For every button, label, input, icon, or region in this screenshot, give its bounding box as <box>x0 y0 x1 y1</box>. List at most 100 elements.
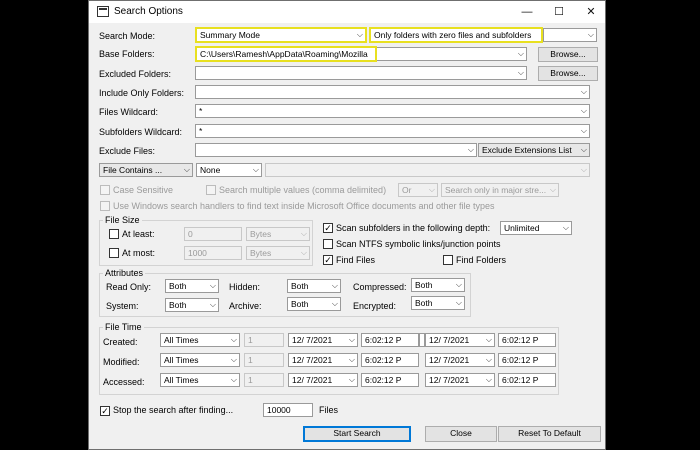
windows-handlers-checkbox[interactable] <box>100 201 110 211</box>
contains-text-input[interactable]: ⌵ <box>265 163 590 177</box>
multiple-values-checkbox[interactable] <box>206 185 216 195</box>
chevron-down-icon: ⌵ <box>230 355 237 364</box>
read-only-select[interactable]: Both ⌵ <box>165 279 219 293</box>
chevron-down-icon: ⌵ <box>587 30 594 39</box>
accessed-time-to[interactable]: 6:02:12 P <box>498 373 556 387</box>
exclude-extensions-select[interactable]: Exclude Extensions List ⌵ <box>478 143 590 157</box>
archive-select[interactable]: Both ⌵ <box>287 297 341 311</box>
browse-excluded-button[interactable]: Browse... <box>538 66 598 81</box>
ntfs-links-label: Scan NTFS symbolic links/junction points <box>336 239 501 249</box>
start-search-button[interactable]: Start Search <box>303 426 411 442</box>
search-options-window: Search Options — ☐ ✕ Search Mode: Summar… <box>88 0 606 450</box>
summary-filter-dropdown[interactable]: ⌵ <box>543 28 597 42</box>
title-bar: Search Options — ☐ ✕ <box>89 1 605 23</box>
base-folders-value[interactable]: C:\Users\Ramesh\AppData\Roaming\Mozilla <box>195 46 377 62</box>
accessed-number-input[interactable]: 1 <box>244 373 284 387</box>
chevron-down-icon: ⌵ <box>300 248 307 257</box>
modified-time-from[interactable]: 6:02:12 P <box>361 353 419 367</box>
compressed-label: Compressed: <box>353 282 407 292</box>
find-files-checkbox[interactable]: ✓ <box>323 255 333 265</box>
multiple-values-label: Search multiple values (comma delimited) <box>219 185 387 195</box>
at-most-checkbox[interactable] <box>109 248 119 258</box>
at-least-checkbox[interactable] <box>109 229 119 239</box>
stop-unit-label: Files <box>319 405 339 415</box>
stop-count-input[interactable]: 10000 <box>263 403 313 417</box>
accessed-date-from[interactable]: 12/ 7/2021 ⌵ <box>288 373 358 387</box>
system-select[interactable]: Both ⌵ <box>165 298 219 312</box>
at-most-input[interactable]: 1000 <box>184 246 242 260</box>
summary-filter-select[interactable]: Only folders with zero files and subfold… <box>369 27 543 43</box>
browse-base-button[interactable]: Browse... <box>538 47 598 62</box>
hidden-select[interactable]: Both ⌵ <box>287 279 341 293</box>
chevron-down-icon: ⌵ <box>517 49 524 58</box>
created-mode-select[interactable]: All Times ⌵ <box>160 333 240 347</box>
window-title: Search Options <box>114 6 183 17</box>
created-number-input[interactable]: 1 <box>244 333 284 347</box>
close-window-button[interactable]: ✕ <box>575 1 605 23</box>
windows-handlers-label: Use Windows search handlers to find text… <box>113 201 495 211</box>
encrypted-select[interactable]: Both ⌵ <box>411 296 465 310</box>
summary-filter-value: Only folders with zero files and subfold… <box>374 30 532 40</box>
scan-subfolders-checkbox[interactable]: ✓ <box>323 223 333 233</box>
chevron-down-icon: ⌵ <box>209 300 216 309</box>
chevron-down-icon: ⌵ <box>348 375 355 384</box>
file-time-row-label: Modified: <box>103 357 140 367</box>
created-time-from[interactable]: 6:02:12 P <box>361 333 419 347</box>
modified-time-to[interactable]: 6:02:12 P <box>498 353 556 367</box>
chevron-down-icon: ⌵ <box>485 335 492 344</box>
reset-default-button[interactable]: Reset To Default <box>498 426 601 442</box>
modified-date-to[interactable]: 12/ 7/2021 ⌵ <box>425 353 495 367</box>
case-sensitive-checkbox[interactable] <box>100 185 110 195</box>
archive-label: Archive: <box>229 301 262 311</box>
chevron-down-icon: ⌵ <box>428 185 435 194</box>
encrypted-label: Encrypted: <box>353 301 397 311</box>
chevron-down-icon: ⌵ <box>580 145 587 154</box>
find-folders-checkbox[interactable] <box>443 255 453 265</box>
chevron-down-icon: ⌵ <box>517 68 524 77</box>
at-least-label: At least: <box>122 229 155 239</box>
chevron-down-icon: ⌵ <box>230 335 237 344</box>
at-most-label: At most: <box>122 248 156 258</box>
modified-date-from[interactable]: 12/ 7/2021 ⌵ <box>288 353 358 367</box>
subfolders-wildcard-input[interactable]: * ⌵ <box>195 124 590 138</box>
chevron-down-icon: ⌵ <box>348 335 355 344</box>
file-contains-select[interactable]: File Contains ... ⌵ <box>99 163 193 177</box>
case-sensitive-label: Case Sensitive <box>113 185 174 195</box>
or-select[interactable]: Or ⌵ <box>398 183 438 197</box>
files-wildcard-input[interactable]: * ⌵ <box>195 104 590 118</box>
file-time-row-label: Accessed: <box>103 377 145 387</box>
accessed-date-to[interactable]: 12/ 7/2021 ⌵ <box>425 373 495 387</box>
chevron-down-icon: ⌵ <box>562 223 569 232</box>
search-mode-select[interactable]: Summary Mode ⌵ <box>195 27 367 43</box>
major-stream-select[interactable]: Search only in major stre... ⌵ <box>441 183 559 197</box>
chevron-down-icon: ⌵ <box>580 165 587 174</box>
accessed-mode-select[interactable]: All Times ⌵ <box>160 373 240 387</box>
stop-search-checkbox[interactable]: ✓ <box>100 406 110 416</box>
excluded-folders-input[interactable]: ⌵ <box>195 66 527 80</box>
minimize-button[interactable]: — <box>511 1 543 23</box>
subfolders-wildcard-label: Subfolders Wildcard: <box>99 127 183 137</box>
created-date-to[interactable]: 12/ 7/2021 ⌵ <box>425 333 495 347</box>
maximize-button[interactable]: ☐ <box>543 1 575 23</box>
at-least-input[interactable]: 0 <box>184 227 242 241</box>
chevron-down-icon: ⌵ <box>300 229 307 238</box>
exclude-files-input[interactable]: ⌵ <box>195 143 477 157</box>
contains-type-select[interactable]: None ⌵ <box>196 163 262 177</box>
compressed-select[interactable]: Both ⌵ <box>411 278 465 292</box>
base-folders-label: Base Folders: <box>99 49 155 59</box>
depth-select[interactable]: Unlimited ⌵ <box>500 221 572 235</box>
stop-search-label: Stop the search after finding... <box>113 405 234 415</box>
chevron-down-icon: ⌵ <box>331 281 338 290</box>
created-time-to[interactable]: 6:02:12 P <box>498 333 556 347</box>
modified-mode-select[interactable]: All Times ⌵ <box>160 353 240 367</box>
chevron-down-icon: ⌵ <box>348 355 355 364</box>
modified-number-input[interactable]: 1 <box>244 353 284 367</box>
close-button[interactable]: Close <box>425 426 497 442</box>
file-time-group-label: File Time <box>103 322 144 332</box>
ntfs-links-checkbox[interactable] <box>323 239 333 249</box>
at-least-unit-select[interactable]: Bytes ⌵ <box>246 227 310 241</box>
accessed-time-from[interactable]: 6:02:12 P <box>361 373 419 387</box>
created-date-from[interactable]: 12/ 7/2021 ⌵ <box>288 333 358 347</box>
include-only-input[interactable]: ⌵ <box>195 85 590 99</box>
at-most-unit-select[interactable]: Bytes ⌵ <box>246 246 310 260</box>
